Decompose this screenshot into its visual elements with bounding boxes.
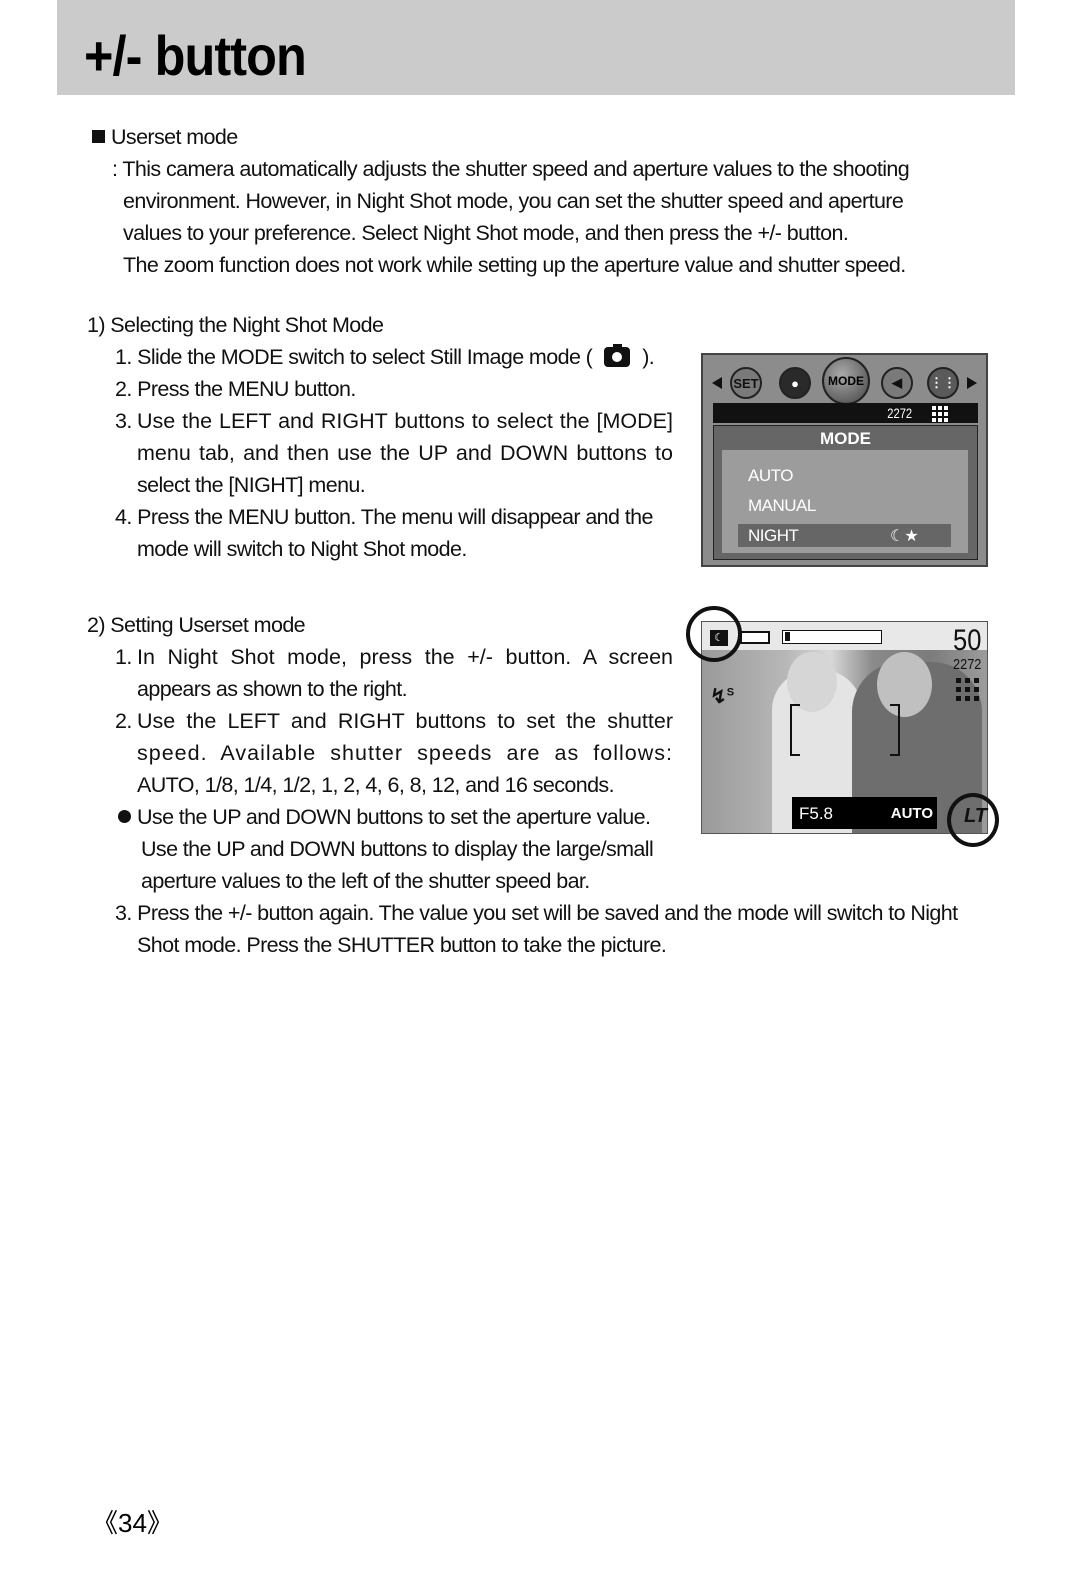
menu-item-auto[interactable]: AUTO — [748, 466, 793, 486]
step-text: speed. Available shutter speeds are as f… — [137, 741, 673, 765]
part1-step-4: 4. Press the MENU button. The menu will … — [115, 505, 653, 529]
shots-remaining: 50 — [952, 624, 981, 657]
tab-mode-icon: MODE — [822, 357, 870, 405]
stabilizer-label: LT — [964, 805, 987, 827]
live-view-screen: ☾ 50 2272 ↯S F5.8 AUTO — [701, 621, 988, 834]
bullet-text: Use the UP and DOWN buttons to set the a… — [137, 805, 651, 829]
exposure-bar: F5.8 AUTO — [792, 797, 937, 829]
intro-line: : This camera automatically adjusts the … — [112, 157, 910, 181]
step-text: Use the LEFT and RIGHT buttons to set th… — [137, 709, 673, 733]
square-bullet-icon — [92, 130, 105, 143]
photo-face-left — [787, 652, 837, 712]
tab-set-icon: SET — [730, 367, 762, 399]
mode-list: AUTO MANUAL NIGHT ☾★ — [722, 450, 968, 553]
step-text: Press the MENU button. — [137, 377, 356, 401]
step-text: Slide the MODE switch to select Still Im… — [137, 345, 593, 369]
step-number: 4. — [115, 505, 132, 529]
step-number: 2. — [115, 709, 132, 733]
quality-icon — [932, 406, 948, 422]
aperture-value: F5.8 — [799, 804, 834, 823]
tab-grid-icon: ⋮⋮ — [927, 367, 959, 399]
step-text: Press the +/- button again. The value yo… — [137, 901, 958, 925]
mode-panel: MODE AUTO MANUAL NIGHT ☾★ — [713, 425, 978, 560]
step-number: 1. — [115, 345, 132, 369]
bullet-text: aperture values to the left of the shutt… — [141, 869, 590, 893]
step-text: AUTO, 1/8, 1/4, 1/2, 1, 2, 4, 6, 8, 12, … — [137, 773, 615, 797]
right-arrow-icon — [967, 377, 977, 389]
part2-step-2: 2. — [115, 709, 132, 733]
step-text: appears as shown to the right. — [137, 677, 408, 701]
intro-line: environment. However, in Night Shot mode… — [123, 189, 904, 213]
left-arrow-icon — [712, 377, 722, 389]
step-text: menu tab, and then use the UP and DOWN b… — [137, 441, 673, 465]
intro-line: The zoom function does not work while se… — [123, 253, 906, 277]
section-heading-text: Userset mode — [111, 125, 238, 149]
part2-heading: 2) Setting Userset mode — [87, 613, 306, 637]
battery-icon — [740, 631, 770, 644]
step-text: mode will switch to Night Shot mode. — [137, 537, 467, 561]
mode-panel-title: MODE — [820, 429, 871, 448]
tab-person-camera-icon: ● — [779, 367, 811, 399]
tab-sound-icon: ◀ — [881, 367, 913, 399]
step-text: In Night Shot mode, press the +/- button… — [137, 645, 673, 669]
page-number: 《34》 — [92, 1508, 173, 1538]
resolution-text: 2272 — [952, 656, 981, 673]
mode-menu-screen: SET ● MODE ◀ ⋮⋮ 2272 MODE AUTO MANUAL NI… — [701, 353, 988, 567]
bullet-note: Use the UP and DOWN buttons to set the a… — [118, 805, 651, 829]
shutter-value: AUTO — [890, 805, 933, 822]
camera-icon — [604, 344, 631, 367]
part1-heading: 1) Selecting the Night Shot Mode — [87, 313, 384, 337]
step-text: Shot mode. Press the SHUTTER button to t… — [137, 933, 667, 957]
bullet-text: Use the UP and DOWN buttons to display t… — [141, 837, 654, 861]
flash-mode-label: S — [726, 686, 735, 699]
photo-face-right — [877, 652, 932, 717]
step-number: 3. — [115, 409, 132, 433]
step-number: 3. — [115, 901, 132, 925]
step-text: Press the MENU button. The menu will dis… — [137, 505, 653, 529]
step-text: Use the LEFT and RIGHT buttons to select… — [137, 409, 673, 433]
menu-item-manual[interactable]: MANUAL — [748, 496, 816, 516]
page-title: +/- button — [84, 24, 307, 87]
af-bracket-right — [890, 704, 900, 756]
night-moon-icon: ☾★ — [890, 528, 919, 545]
step-text: ). — [642, 345, 655, 369]
part1-step-2: 2. Press the MENU button. — [115, 377, 356, 401]
info-strip: 2272 — [713, 403, 978, 423]
shutter-speed-bar — [782, 630, 882, 644]
part1-step-1: 1. Slide the MODE switch to select Still… — [115, 344, 655, 369]
quality-icon — [956, 678, 979, 701]
section-heading: Userset mode — [92, 125, 238, 149]
menu-item-night[interactable]: NIGHT — [748, 526, 799, 546]
part2-step-3: 3. Press the +/- button again. The value… — [115, 901, 958, 925]
shutter-speed-bar-fill — [785, 632, 790, 641]
part1-step-3: 3. — [115, 409, 132, 433]
intro-line: values to your preference. Select Night … — [123, 221, 849, 245]
step-text: select the [NIGHT] menu. — [137, 473, 366, 497]
resolution-text: 2272 — [887, 405, 912, 421]
step-number: 1. — [115, 645, 132, 669]
step-number: 2. — [115, 377, 132, 401]
highlight-circle-night-icon — [686, 606, 742, 662]
af-bracket-left — [790, 704, 800, 756]
part2-step-1: 1. — [115, 645, 132, 669]
round-bullet-icon — [118, 810, 131, 823]
slow-sync-flash-icon: ↯S — [710, 686, 735, 708]
